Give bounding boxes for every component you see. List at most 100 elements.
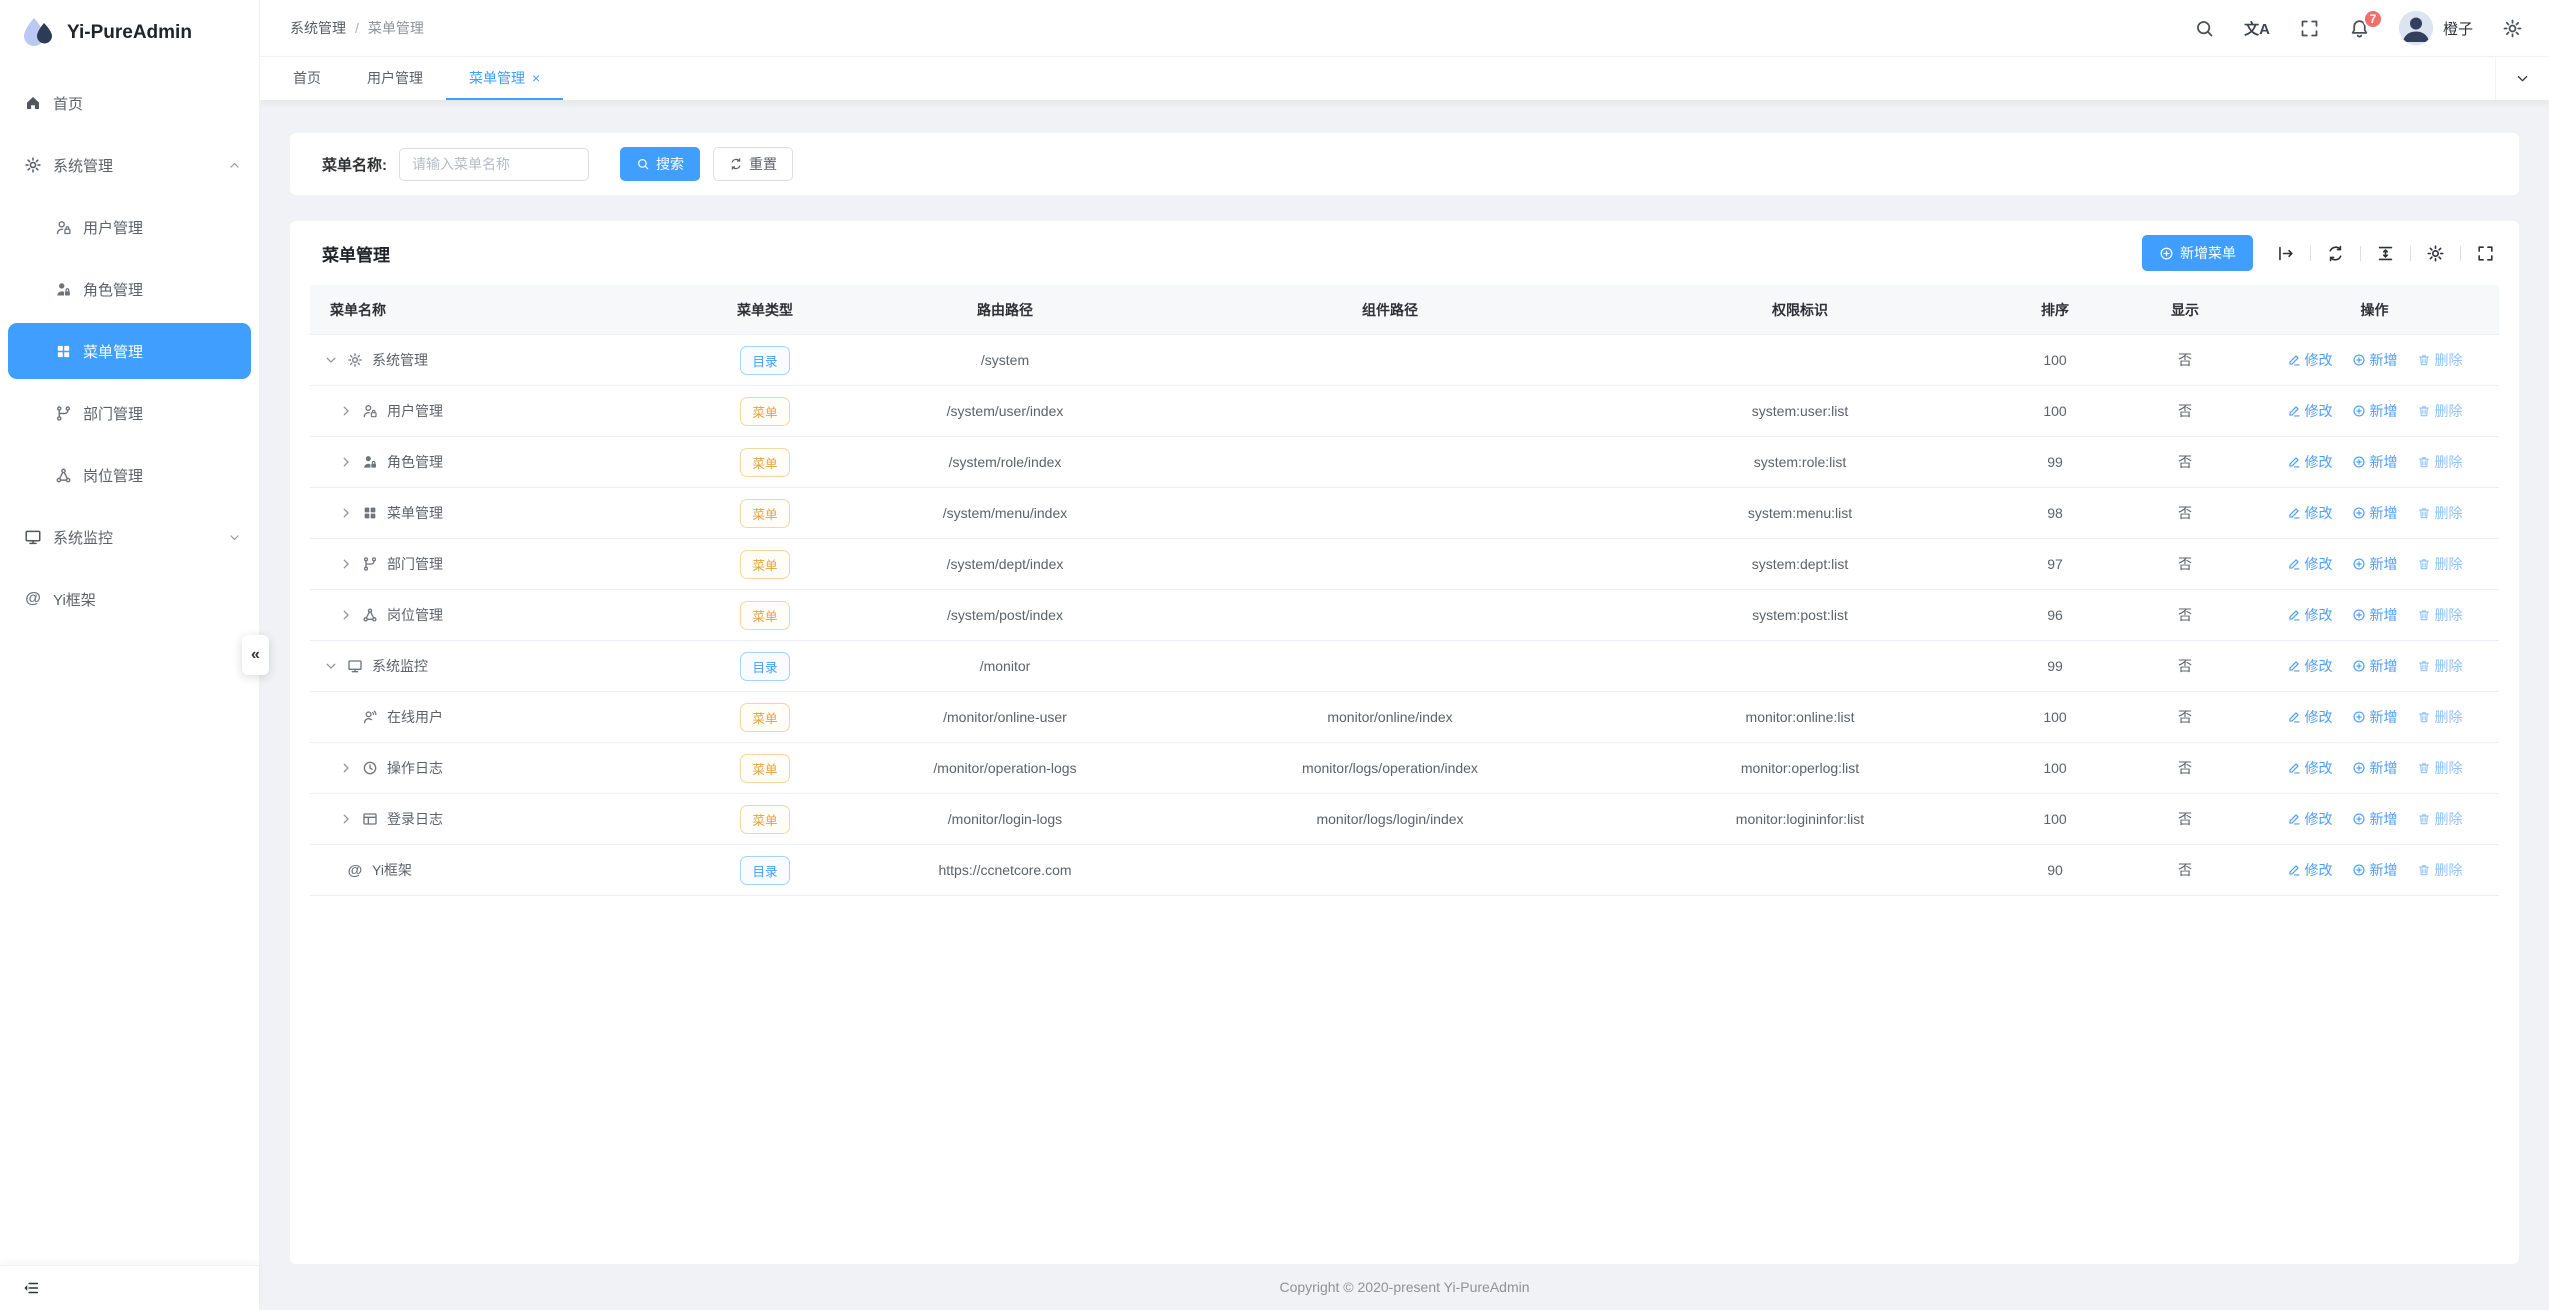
close-icon[interactable]: ×	[532, 71, 540, 85]
settings-button[interactable]	[2502, 18, 2523, 39]
visible-value: 否	[2120, 452, 2250, 472]
fullscreen-icon[interactable]	[2476, 244, 2495, 263]
add-button[interactable]: 新增	[2352, 707, 2398, 727]
add-menu-button[interactable]: 新增菜单	[2142, 235, 2253, 271]
chevron-right-icon[interactable]	[339, 506, 353, 520]
edit-button[interactable]: 修改	[2287, 860, 2333, 880]
tab-users[interactable]: 用户管理	[344, 57, 446, 100]
chevron-down-icon[interactable]	[324, 353, 338, 367]
menu-name: 岗位管理	[387, 605, 443, 625]
sidebar-item-posts[interactable]: 岗位管理	[0, 444, 259, 506]
add-button[interactable]: 新增	[2352, 860, 2398, 880]
tab-home[interactable]: 首页	[270, 57, 344, 100]
edit-button[interactable]: 修改	[2287, 350, 2333, 370]
type-tag: 菜单	[740, 397, 789, 426]
sidebar-item-roles[interactable]: 角色管理	[0, 258, 259, 320]
add-button[interactable]: 新增	[2352, 503, 2398, 523]
user-menu[interactable]: 橙子	[2399, 11, 2473, 45]
add-button[interactable]: 新增	[2352, 605, 2398, 625]
delete-button[interactable]: 删除	[2417, 860, 2463, 880]
breadcrumb-separator: /	[355, 20, 359, 36]
search-button[interactable]	[2194, 18, 2215, 39]
add-button[interactable]: 新增	[2352, 758, 2398, 778]
sidebar-item-users[interactable]: 用户管理	[0, 196, 259, 258]
sort-value: 100	[1990, 709, 2120, 725]
column-settings-icon[interactable]	[2426, 244, 2445, 263]
fullscreen-button[interactable]	[2299, 18, 2320, 39]
delete-button[interactable]: 删除	[2417, 452, 2463, 472]
sort-value: 100	[1990, 352, 2120, 368]
notifications-button[interactable]: 7	[2349, 18, 2370, 39]
edit-button[interactable]: 修改	[2287, 452, 2333, 472]
app-root: Yi-PureAdmin 首页 系统管理 用户管理 角色管理	[0, 0, 2549, 1310]
reset-button[interactable]: 重置	[713, 147, 793, 181]
delete-button[interactable]: 删除	[2417, 554, 2463, 574]
tab-menus[interactable]: 菜单管理 ×	[446, 57, 563, 100]
breadcrumb-item[interactable]: 系统管理	[290, 18, 346, 38]
add-button[interactable]: 新增	[2352, 350, 2398, 370]
edit-icon	[2287, 353, 2301, 367]
edit-icon	[2287, 761, 2301, 775]
chevron-right-icon[interactable]	[339, 608, 353, 622]
chevron-right-icon[interactable]	[339, 812, 353, 826]
menu-name: 在线用户	[387, 707, 443, 727]
edit-button[interactable]: 修改	[2287, 809, 2333, 829]
expand-toggle-icon[interactable]	[2276, 244, 2295, 263]
chevron-down-icon	[2515, 71, 2530, 86]
table-row: 角色管理 菜单 /system/role/index system:role:l…	[310, 437, 2499, 488]
edit-button[interactable]: 修改	[2287, 554, 2333, 574]
route-path: /monitor	[840, 658, 1170, 674]
avatar	[2399, 11, 2433, 45]
sidebar-item-system[interactable]: 系统管理	[0, 134, 259, 196]
chevron-right-icon[interactable]	[339, 557, 353, 571]
edit-button[interactable]: 修改	[2287, 707, 2333, 727]
chevron-down-icon[interactable]	[324, 659, 338, 673]
component-path: monitor/logs/operation/index	[1170, 760, 1610, 776]
add-button[interactable]: 新增	[2352, 401, 2398, 421]
edit-button[interactable]: 修改	[2287, 401, 2333, 421]
edit-button[interactable]: 修改	[2287, 656, 2333, 676]
route-path: /monitor/online-user	[840, 709, 1170, 725]
language-button[interactable]: 文A	[2244, 18, 2270, 39]
search-submit-button[interactable]: 搜索	[620, 147, 700, 181]
copyright-footer: Copyright © 2020-present Yi-PureAdmin	[290, 1264, 2519, 1310]
menu-name: 操作日志	[387, 758, 443, 778]
add-button[interactable]: 新增	[2352, 554, 2398, 574]
monitor-icon	[347, 658, 363, 674]
sidebar-collapse-handle[interactable]: «	[242, 635, 269, 675]
menu-name-cell: 操作日志	[310, 758, 690, 778]
delete-button[interactable]: 删除	[2417, 707, 2463, 727]
edit-button[interactable]: 修改	[2287, 605, 2333, 625]
sidebar-item-depts[interactable]: 部门管理	[0, 382, 259, 444]
refresh-icon[interactable]	[2326, 244, 2345, 263]
logo[interactable]: Yi-PureAdmin	[0, 0, 259, 66]
sidebar-item-yi-framework[interactable]: @ Yi框架	[0, 568, 259, 630]
add-button[interactable]: 新增	[2352, 656, 2398, 676]
chevron-right-icon[interactable]	[339, 404, 353, 418]
table-row: @ Yi框架 目录 https://ccnetcore.com 90 否 修改 …	[310, 845, 2499, 896]
delete-button[interactable]: 删除	[2417, 350, 2463, 370]
edit-button[interactable]: 修改	[2287, 503, 2333, 523]
add-button[interactable]: 新增	[2352, 809, 2398, 829]
delete-button[interactable]: 删除	[2417, 605, 2463, 625]
sidebar-item-monitor[interactable]: 系统监控	[0, 506, 259, 568]
tab-bar: 首页 用户管理 菜单管理 ×	[260, 57, 2549, 100]
chevron-right-icon[interactable]	[339, 761, 353, 775]
delete-button[interactable]: 删除	[2417, 656, 2463, 676]
sidebar-item-menus[interactable]: 菜单管理	[8, 323, 251, 379]
delete-button[interactable]: 删除	[2417, 401, 2463, 421]
menu-fold-icon[interactable]	[22, 1279, 40, 1297]
chevron-right-icon[interactable]	[339, 455, 353, 469]
delete-button[interactable]: 删除	[2417, 503, 2463, 523]
edit-icon	[2287, 812, 2301, 826]
density-icon[interactable]	[2376, 244, 2395, 263]
delete-button[interactable]: 删除	[2417, 809, 2463, 829]
menu-name-input[interactable]	[399, 148, 589, 181]
add-button[interactable]: 新增	[2352, 452, 2398, 472]
tab-options-button[interactable]	[2495, 57, 2549, 100]
edit-button[interactable]: 修改	[2287, 758, 2333, 778]
permission-code: system:post:list	[1610, 607, 1990, 623]
sidebar-item-home[interactable]: 首页	[0, 72, 259, 134]
delete-button[interactable]: 删除	[2417, 758, 2463, 778]
user-lock-icon	[55, 219, 72, 236]
